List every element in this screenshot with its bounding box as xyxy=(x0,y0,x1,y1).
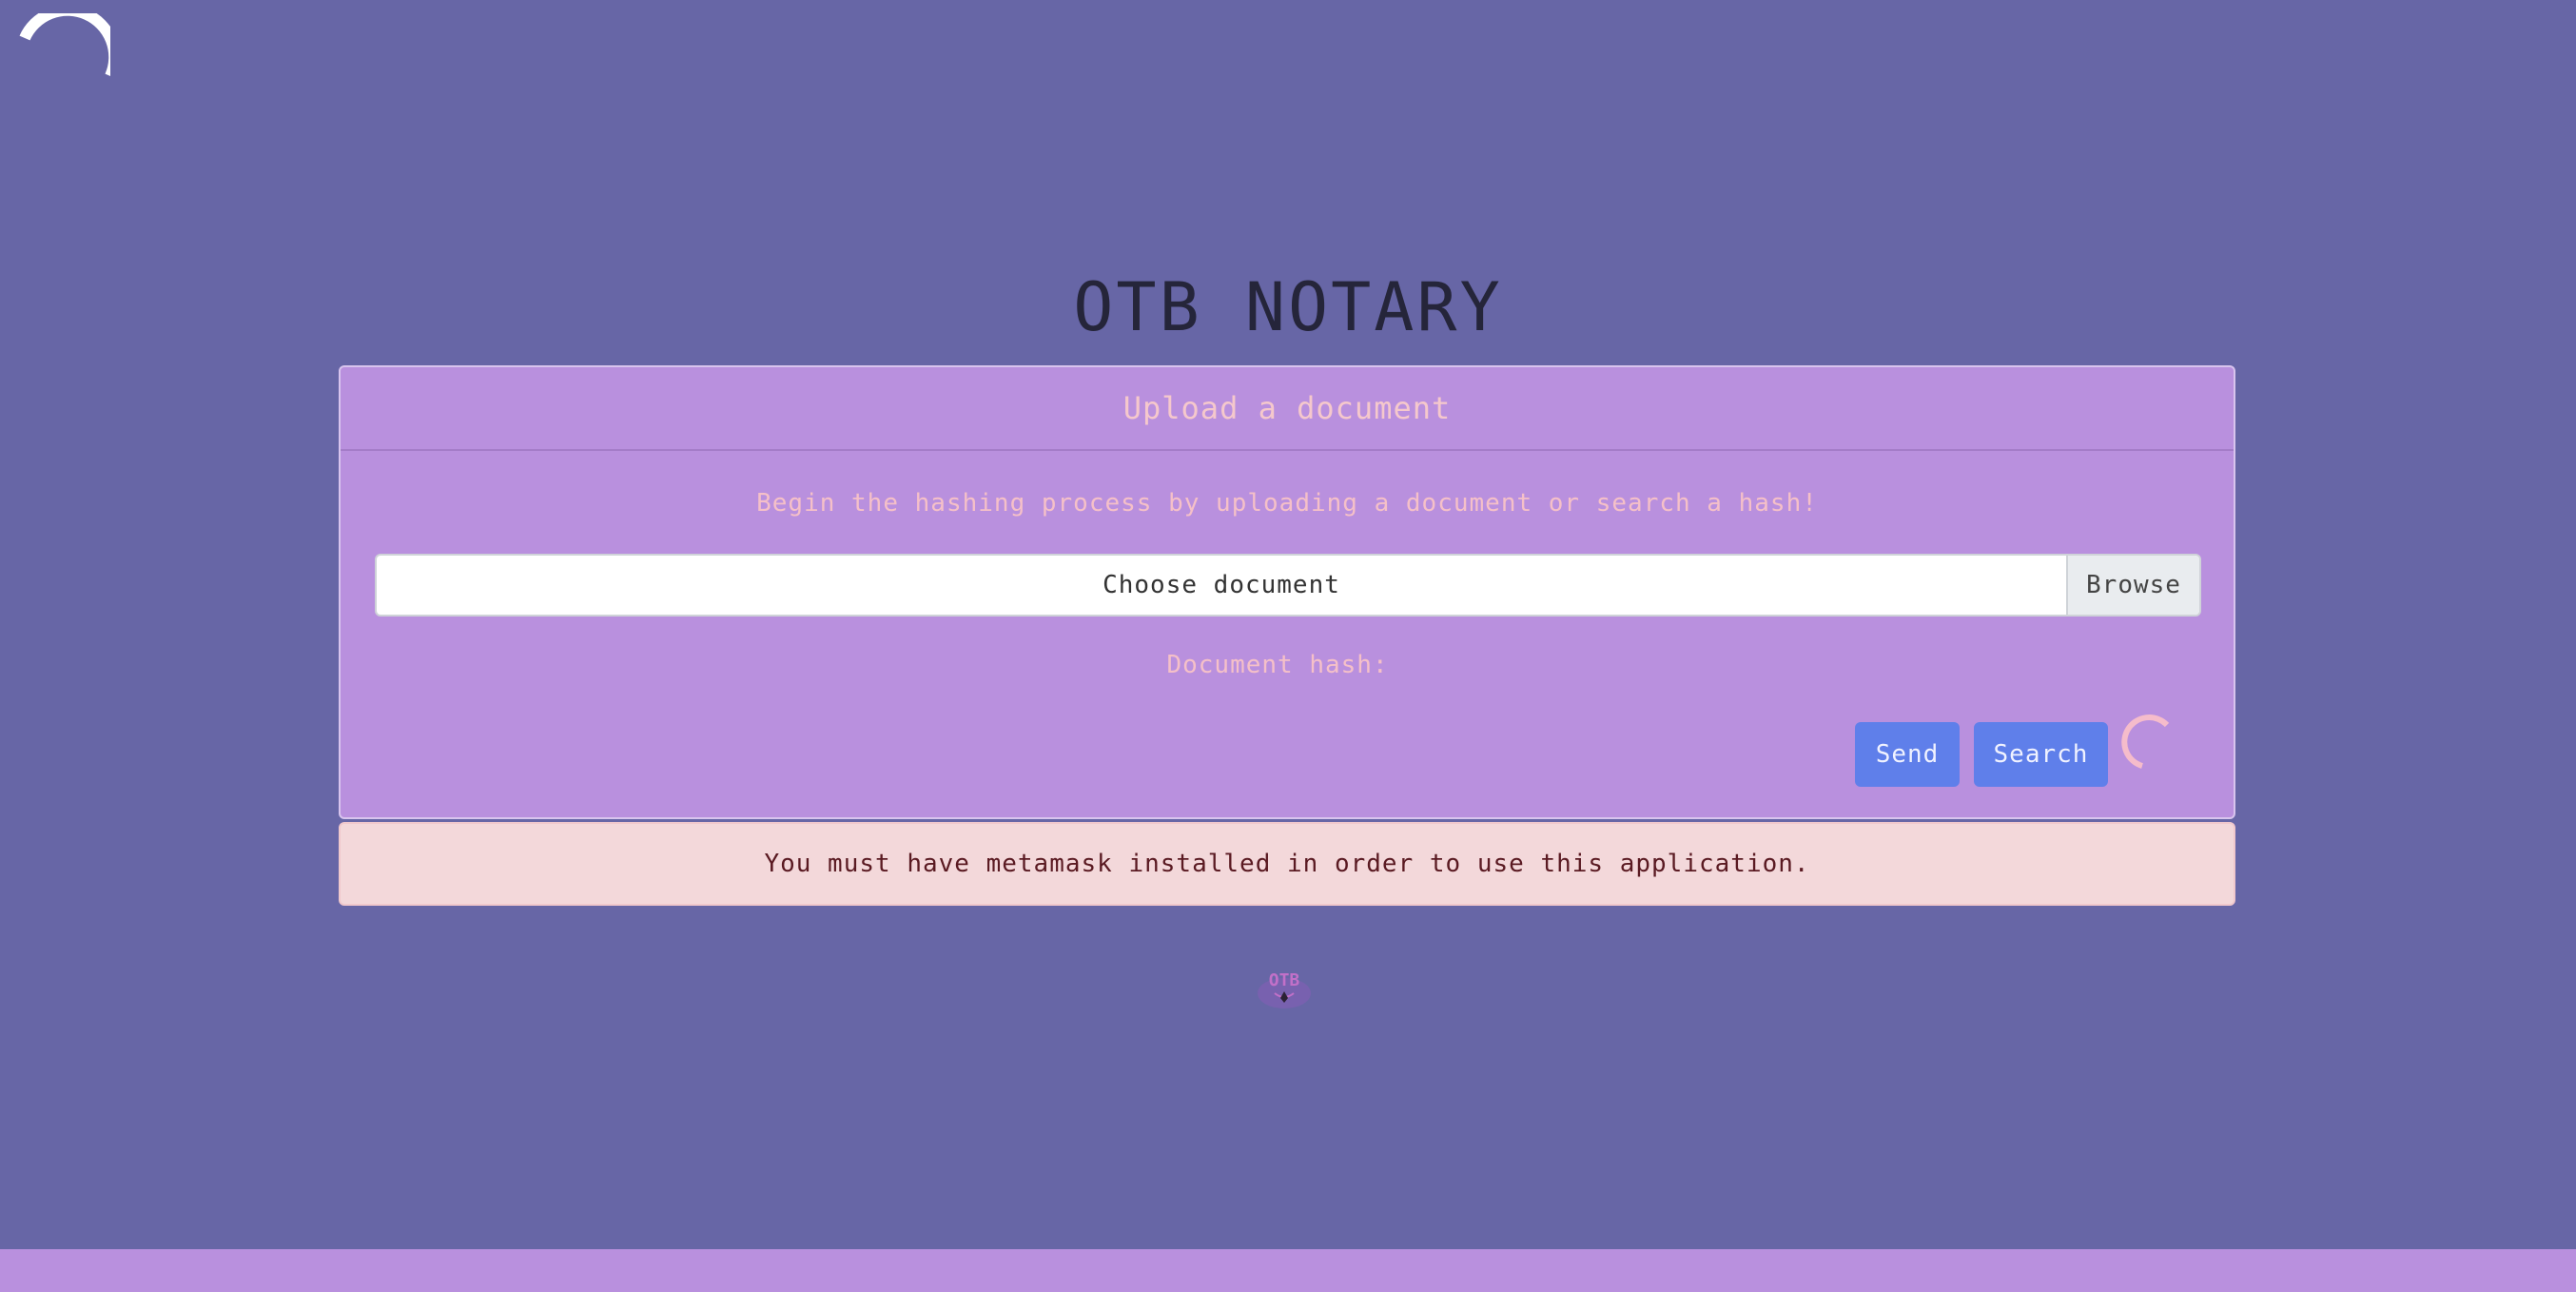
page-title: OTB NOTARY xyxy=(1073,268,1503,346)
document-file-input[interactable]: Choose document Browse xyxy=(375,554,2201,617)
loading-spinner-icon xyxy=(2117,712,2176,771)
browse-button[interactable]: Browse xyxy=(2066,556,2199,615)
footer-bar xyxy=(0,1249,2576,1292)
file-input-label[interactable]: Choose document xyxy=(377,556,2066,615)
loading-spinner-icon xyxy=(19,4,121,105)
otb-logo-icon: OTB xyxy=(1254,967,1315,1012)
logo-text: OTB xyxy=(1269,970,1300,990)
metamask-alert: You must have metamask installed in orde… xyxy=(339,822,2235,906)
send-button[interactable]: Send xyxy=(1855,722,1960,787)
upload-card: Upload a document Begin the hashing proc… xyxy=(339,365,2235,819)
document-hash-label: Document hash: xyxy=(1166,651,1389,679)
search-button[interactable]: Search xyxy=(1974,722,2108,787)
card-header: Upload a document xyxy=(341,367,2234,451)
card-subtitle: Begin the hashing process by uploading a… xyxy=(756,489,1818,518)
